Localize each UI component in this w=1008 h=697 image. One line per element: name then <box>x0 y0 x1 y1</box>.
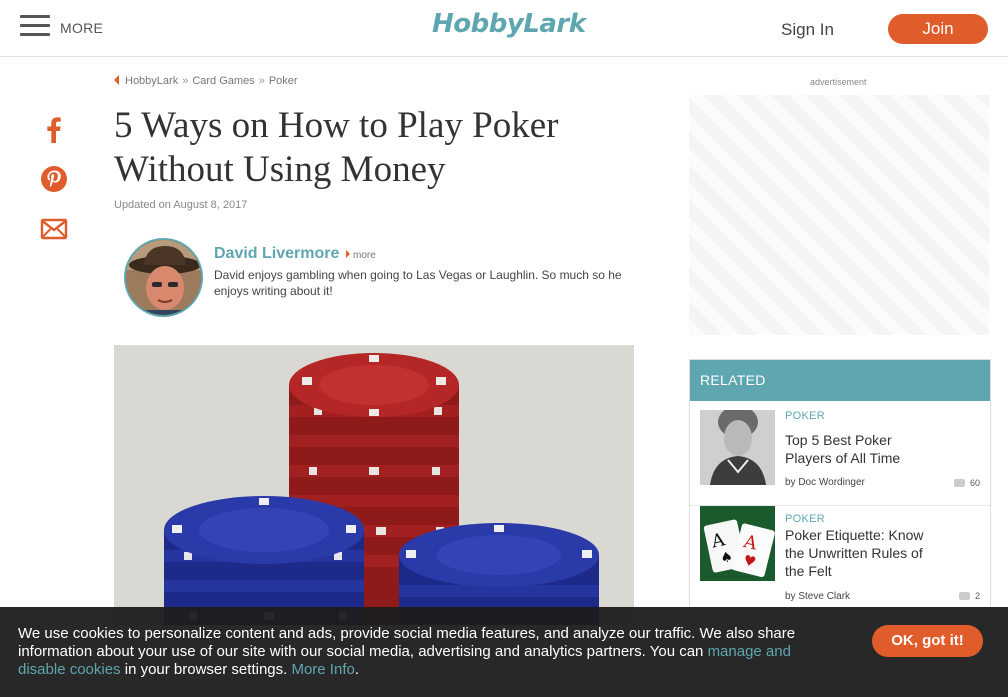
article-title: 5 Ways on How to Play Poker Without Usin… <box>114 105 559 190</box>
updated-date: Updated on August 8, 2017 <box>114 199 248 211</box>
related-byline: by Steve Clark <box>785 591 851 602</box>
related-heading: RELATED <box>690 360 990 401</box>
social-share-bar <box>40 115 68 265</box>
sign-in-link[interactable]: Sign In <box>781 20 834 40</box>
join-button[interactable]: Join <box>888 14 988 44</box>
comment-bubble-icon <box>953 479 965 487</box>
email-icon[interactable] <box>40 215 68 243</box>
hero-image-poker-chips <box>114 345 634 625</box>
comment-count-value: 60 <box>969 478 980 488</box>
site-logo[interactable]: HobbyLark <box>432 9 586 39</box>
author-bio: David enjoys gambling when going to Las … <box>214 268 622 298</box>
cookie-text-after: . <box>354 661 360 678</box>
hamburger-menu-icon[interactable] <box>20 15 50 37</box>
breadcrumb: HobbyLark» Card Games» Poker <box>114 75 298 87</box>
facebook-icon[interactable] <box>40 115 68 143</box>
more-info-link[interactable]: More Info <box>291 661 354 678</box>
related-panel: RELATED POKER Top 5 Best Poker Players o… <box>689 359 991 619</box>
comment-count-value: 2 <box>974 591 980 601</box>
back-caret-icon <box>114 75 119 85</box>
breadcrumb-separator: » <box>182 75 189 87</box>
more-menu-label[interactable]: MORE <box>60 20 103 36</box>
caret-right-icon <box>346 250 350 258</box>
cookie-message: We use cookies to personalize content an… <box>18 625 838 679</box>
page: MORE HobbyLark Sign In Join HobbyLark» Ca… <box>0 0 1008 697</box>
ad-label: advertisement <box>810 77 867 87</box>
comment-bubble-icon <box>958 592 970 600</box>
site-header: MORE HobbyLark Sign In Join <box>0 0 1008 57</box>
breadcrumb-hobbylark[interactable]: HobbyLark <box>125 75 178 87</box>
author-avatar[interactable] <box>124 238 203 317</box>
author-more-link[interactable]: more <box>346 250 376 261</box>
related-byline: by Doc Wordinger <box>785 477 865 488</box>
breadcrumb-card-games[interactable]: Card Games <box>192 75 254 87</box>
author-more-label: more <box>353 250 376 261</box>
breadcrumb-separator: » <box>258 75 265 87</box>
ad-slot[interactable] <box>689 95 989 335</box>
breadcrumb-poker[interactable]: Poker <box>269 75 298 87</box>
related-category[interactable]: POKER <box>785 410 825 422</box>
author-name[interactable]: David Livermore <box>214 245 339 263</box>
cookie-accept-button[interactable]: OK, got it! <box>872 625 983 657</box>
cookie-banner: We use cookies to personalize content an… <box>0 607 1008 697</box>
related-category[interactable]: POKER <box>785 513 825 525</box>
related-comment-count: 60 <box>953 478 980 488</box>
related-item[interactable]: POKER Top 5 Best Poker Players of All Ti… <box>690 401 990 506</box>
related-thumbnail[interactable] <box>700 410 775 485</box>
related-item[interactable]: A ♠ A ♥ POKER Poker Etiquette: Know the … <box>690 506 990 618</box>
pinterest-icon[interactable] <box>40 165 68 193</box>
related-title[interactable]: Poker Etiquette: Know the Unwritten Rule… <box>785 526 935 580</box>
cookie-text-middle: in your browser settings. <box>120 661 292 678</box>
related-thumbnail[interactable]: A ♠ A ♥ <box>700 506 775 581</box>
cookie-text-before: We use cookies to personalize content an… <box>18 625 796 660</box>
related-comment-count: 2 <box>958 591 980 601</box>
related-title[interactable]: Top 5 Best Poker Players of All Time <box>785 431 935 467</box>
